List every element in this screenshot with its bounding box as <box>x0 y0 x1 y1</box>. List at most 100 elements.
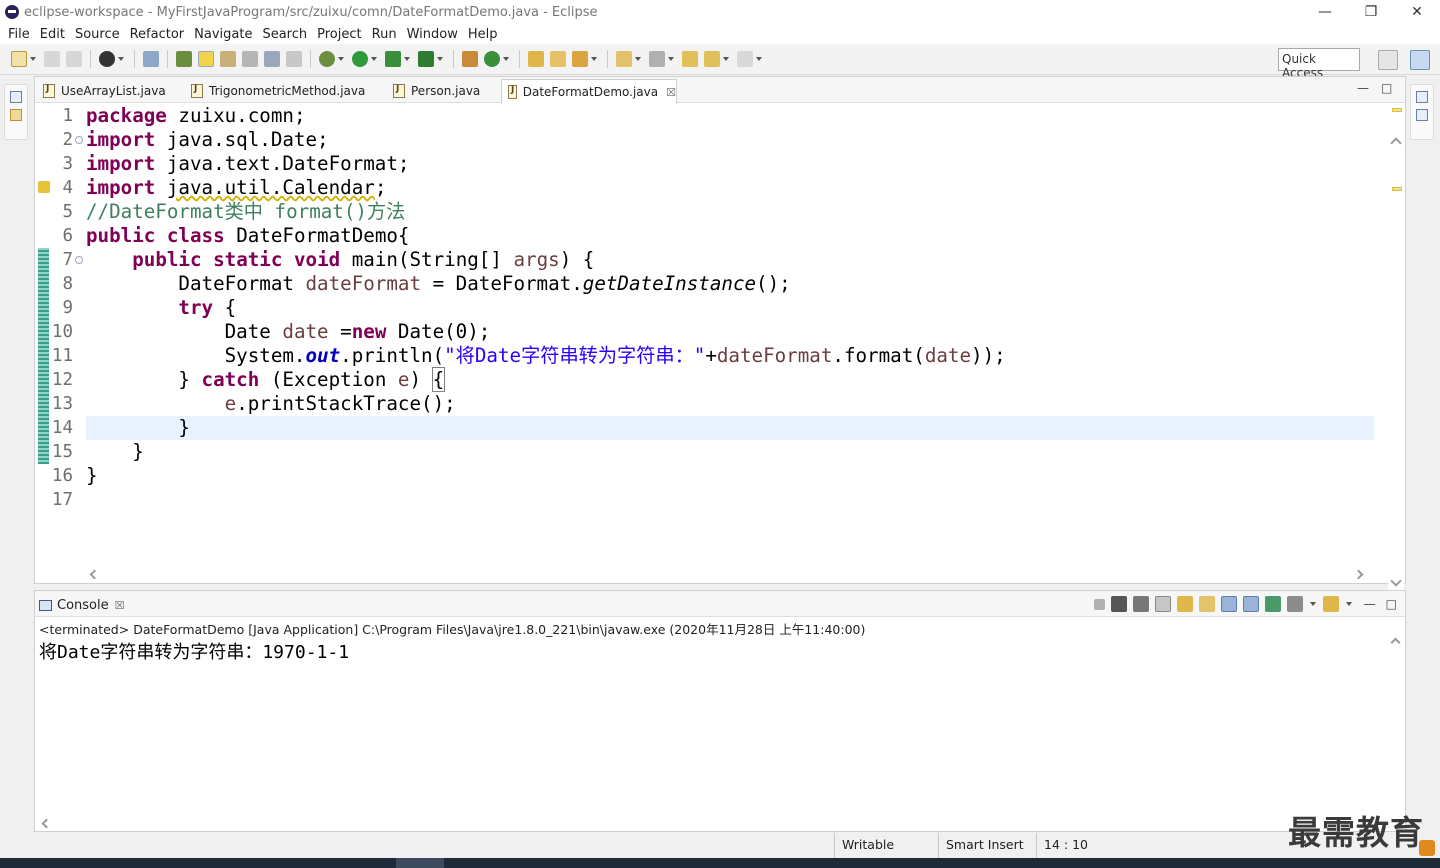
console-minimize-button[interactable]: — <box>1364 597 1376 611</box>
external-tools-icon[interactable] <box>418 51 434 67</box>
menu-run[interactable]: Run <box>367 27 402 42</box>
menu-help[interactable]: Help <box>463 27 503 42</box>
display-console-icon[interactable] <box>1286 596 1303 612</box>
taskbar-item[interactable] <box>396 858 444 868</box>
console-vertical-scrollbar[interactable] <box>1388 635 1404 817</box>
code-area[interactable]: 1 2 3 4 5 6 7 8 9 10 11 12 13 14 15 16 1… <box>35 104 1405 596</box>
toggle-mark-icon[interactable] <box>220 51 236 67</box>
open-perspective-icon[interactable] <box>1378 50 1398 70</box>
overview-warning-marker[interactable] <box>1392 187 1402 191</box>
tab-console[interactable]: Console ☒ <box>39 594 124 616</box>
scroll-down-icon[interactable] <box>1390 575 1402 587</box>
package-explorer-icon[interactable] <box>10 109 22 121</box>
chevron-down-icon[interactable] <box>437 57 443 61</box>
menu-file[interactable]: File <box>3 27 35 42</box>
previous-annotation-icon[interactable] <box>649 51 665 67</box>
chevron-down-icon[interactable] <box>404 57 410 61</box>
menu-edit[interactable]: Edit <box>35 27 70 42</box>
skip-breakpoints-icon[interactable] <box>143 51 159 67</box>
restore-view-icon[interactable] <box>1416 91 1428 103</box>
minimize-button[interactable]: — <box>1302 0 1348 24</box>
coverage-icon[interactable] <box>385 51 401 67</box>
chevron-down-icon[interactable] <box>591 57 597 61</box>
open-task-icon[interactable] <box>528 51 544 67</box>
fold-toggle-icon[interactable] <box>75 136 83 144</box>
next-annotation-icon[interactable] <box>616 51 632 67</box>
highlight-icon[interactable] <box>198 51 214 67</box>
chevron-down-icon[interactable] <box>30 57 36 61</box>
scroll-left-icon[interactable] <box>41 818 52 829</box>
scroll-right-icon[interactable] <box>1353 569 1364 580</box>
scroll-up-icon[interactable] <box>1390 137 1402 149</box>
chevron-down-icon[interactable] <box>503 57 509 61</box>
new-class-icon[interactable] <box>484 51 500 67</box>
scroll-up-icon[interactable] <box>1390 637 1401 648</box>
clear-console-icon[interactable] <box>1154 596 1171 612</box>
show-on-stderr-icon[interactable] <box>1242 596 1259 612</box>
console-horizontal-scrollbar[interactable] <box>35 816 1388 831</box>
unused-import-warning[interactable]: java.util.Calendar <box>167 176 375 199</box>
debug-icon[interactable] <box>319 51 335 67</box>
forward-icon[interactable] <box>737 51 753 67</box>
new-package-icon[interactable] <box>462 51 478 67</box>
menu-window[interactable]: Window <box>402 27 463 42</box>
restore-view-icon[interactable] <box>10 91 22 103</box>
show-whitespace-icon[interactable] <box>264 51 280 67</box>
outline-icon[interactable] <box>1416 109 1428 121</box>
close-tab-icon[interactable]: ☒ <box>666 86 676 99</box>
word-wrap-icon[interactable] <box>1198 596 1215 612</box>
menu-refactor[interactable]: Refactor <box>125 27 190 42</box>
warning-icon[interactable] <box>38 181 50 193</box>
editor-horizontal-scrollbar[interactable] <box>85 568 1388 583</box>
remove-all-terminated-icon[interactable] <box>1132 596 1149 612</box>
code-text[interactable]: package zuixu.comn; import java.sql.Date… <box>86 104 1374 569</box>
editor-maximize-button[interactable]: □ <box>1381 81 1392 95</box>
fold-toggle-icon[interactable] <box>75 256 83 264</box>
open-console-icon[interactable] <box>1322 596 1339 612</box>
new-icon[interactable] <box>11 51 27 67</box>
open-folder-icon[interactable] <box>550 51 566 67</box>
editor-minimize-button[interactable]: — <box>1357 81 1369 95</box>
chevron-down-icon[interactable] <box>1309 602 1316 606</box>
profile-icon[interactable] <box>99 51 115 67</box>
run-icon[interactable] <box>352 51 368 67</box>
console-maximize-button[interactable]: □ <box>1386 597 1397 611</box>
menu-search[interactable]: Search <box>257 27 312 42</box>
restore-button[interactable]: ❐ <box>1348 0 1394 24</box>
pilcrow-icon[interactable] <box>286 51 302 67</box>
scroll-left-icon[interactable] <box>89 569 100 580</box>
menu-project[interactable]: Project <box>312 27 366 42</box>
chevron-down-icon[interactable] <box>635 57 641 61</box>
menu-navigate[interactable]: Navigate <box>189 27 257 42</box>
back-icon[interactable] <box>704 51 720 67</box>
chevron-down-icon[interactable] <box>756 57 762 61</box>
block-select-icon[interactable] <box>242 51 258 67</box>
last-edit-icon[interactable] <box>682 51 698 67</box>
chevron-down-icon[interactable] <box>723 57 729 61</box>
quick-access-input[interactable]: Quick Access <box>1278 48 1360 80</box>
remove-launch-icon[interactable] <box>1110 596 1127 612</box>
open-type-icon[interactable] <box>176 51 192 67</box>
close-tab-icon[interactable]: ☒ <box>115 599 125 612</box>
tab-date-format-demo[interactable]: DateFormatDemo.java ☒ <box>501 79 677 104</box>
save-all-icon[interactable] <box>66 51 82 67</box>
tab-trigonometric-method[interactable]: TrigonometricMethod.java <box>185 79 383 103</box>
java-perspective-icon[interactable] <box>1410 50 1430 70</box>
terminate-icon[interactable] <box>1093 598 1105 610</box>
scroll-lock-icon[interactable] <box>1176 596 1193 612</box>
save-icon[interactable] <box>44 51 60 67</box>
chevron-down-icon[interactable] <box>668 57 674 61</box>
chevron-down-icon[interactable] <box>371 57 377 61</box>
close-button[interactable]: ✕ <box>1394 0 1440 24</box>
show-on-stdout-icon[interactable] <box>1220 596 1237 612</box>
search-icon[interactable] <box>572 51 588 67</box>
tab-use-array-list[interactable]: UseArrayList.java <box>37 79 183 103</box>
chevron-down-icon[interactable] <box>1345 602 1352 606</box>
pin-console-icon[interactable] <box>1264 596 1281 612</box>
console-output[interactable]: 将Date字符串转为字符串：1970-1-1 <box>39 638 349 664</box>
chevron-down-icon[interactable] <box>118 57 124 61</box>
menu-source[interactable]: Source <box>70 27 125 42</box>
tab-person[interactable]: Person.java <box>387 79 499 103</box>
overview-warning-marker[interactable] <box>1392 108 1402 112</box>
chevron-down-icon[interactable] <box>338 57 344 61</box>
